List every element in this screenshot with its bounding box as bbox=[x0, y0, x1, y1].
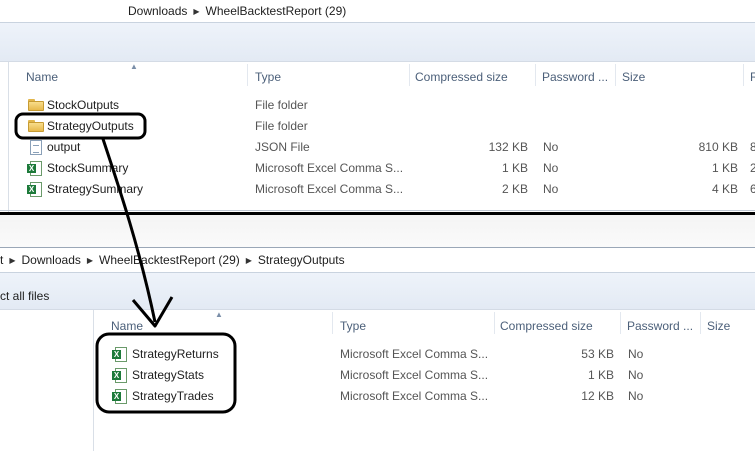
highlight-strategy-outputs bbox=[14, 112, 147, 140]
annotation-overlay bbox=[14, 112, 237, 414]
annotation-arrow-line bbox=[101, 138, 157, 323]
highlight-strategy-files bbox=[95, 332, 237, 414]
